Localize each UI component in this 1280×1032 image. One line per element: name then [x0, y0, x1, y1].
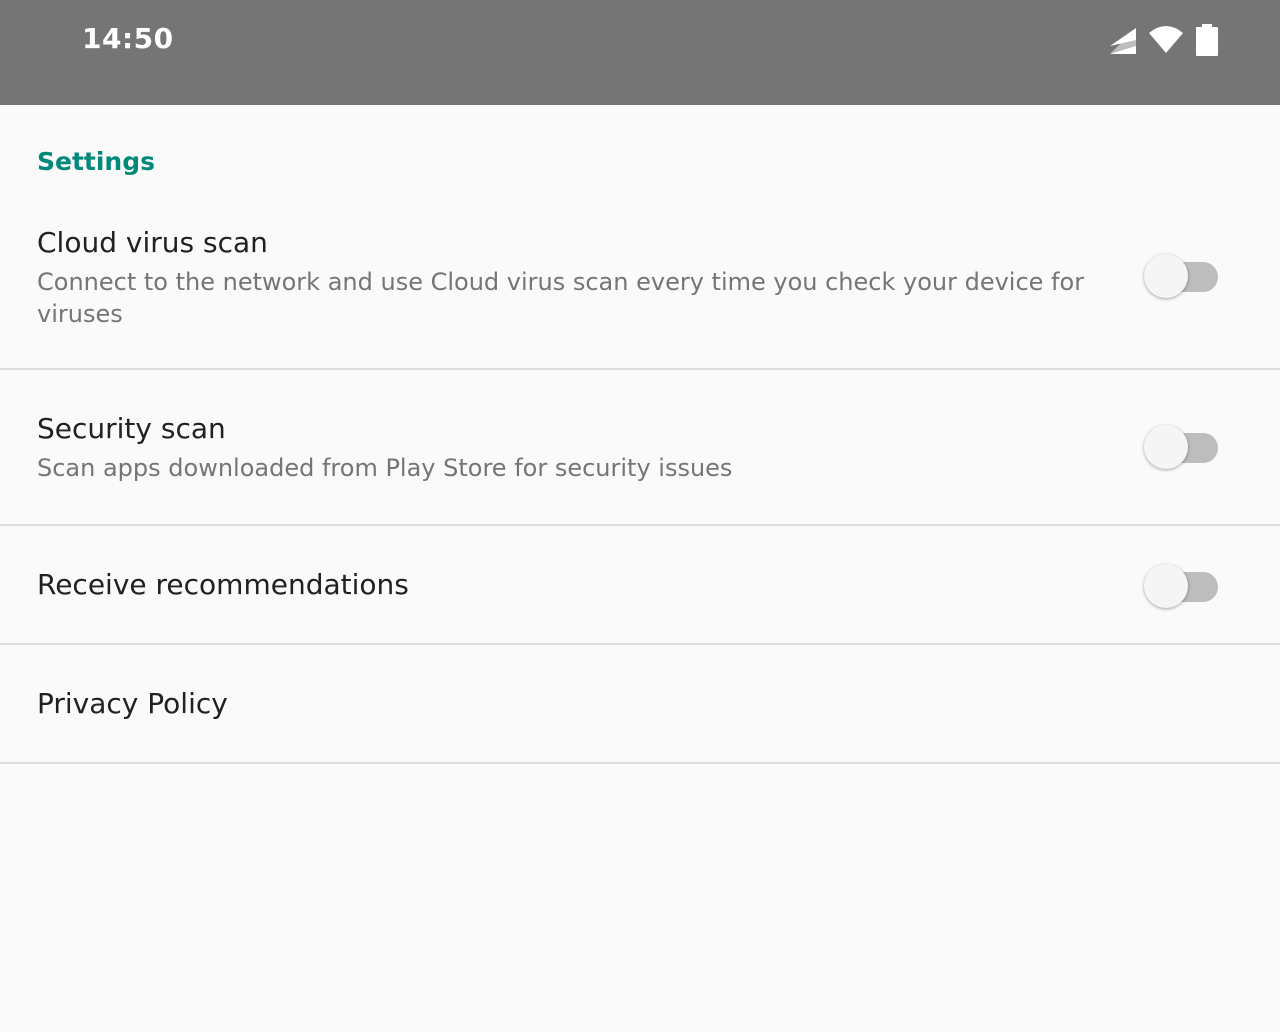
setting-receive-recommendations[interactable]: Receive recommendations: [0, 526, 1280, 645]
setting-title: Cloud virus scan: [37, 226, 268, 259]
status-icons: [1108, 22, 1220, 58]
settings-header: Settings: [37, 147, 156, 176]
cloud-virus-scan-toggle[interactable]: [1144, 250, 1220, 298]
toggle-thumb: [1144, 564, 1188, 608]
toggle-thumb: [1144, 254, 1188, 298]
setting-title: Receive recommendations: [37, 568, 409, 601]
battery-icon: [1194, 23, 1220, 57]
setting-summary: Scan apps downloaded from Play Store for…: [37, 454, 733, 482]
wifi-icon: [1148, 25, 1184, 55]
setting-title: Privacy Policy: [37, 687, 228, 720]
settings-screen: Settings Cloud virus scan Connect to the…: [0, 105, 1280, 764]
receive-recommendations-toggle[interactable]: [1144, 560, 1220, 608]
setting-cloud-virus-scan[interactable]: Cloud virus scan Connect to the network …: [0, 204, 1280, 370]
status-bar: 14:50: [0, 0, 1280, 105]
security-scan-toggle[interactable]: [1144, 421, 1220, 469]
setting-summary: Connect to the network and use Cloud vir…: [37, 268, 1085, 328]
setting-security-scan[interactable]: Security scan Scan apps downloaded from …: [0, 370, 1280, 526]
setting-title: Security scan: [37, 412, 226, 445]
toggle-thumb: [1144, 425, 1188, 469]
setting-privacy-policy[interactable]: Privacy Policy: [0, 645, 1280, 764]
signal-icon: [1108, 24, 1138, 56]
status-time: 14:50: [82, 22, 174, 55]
